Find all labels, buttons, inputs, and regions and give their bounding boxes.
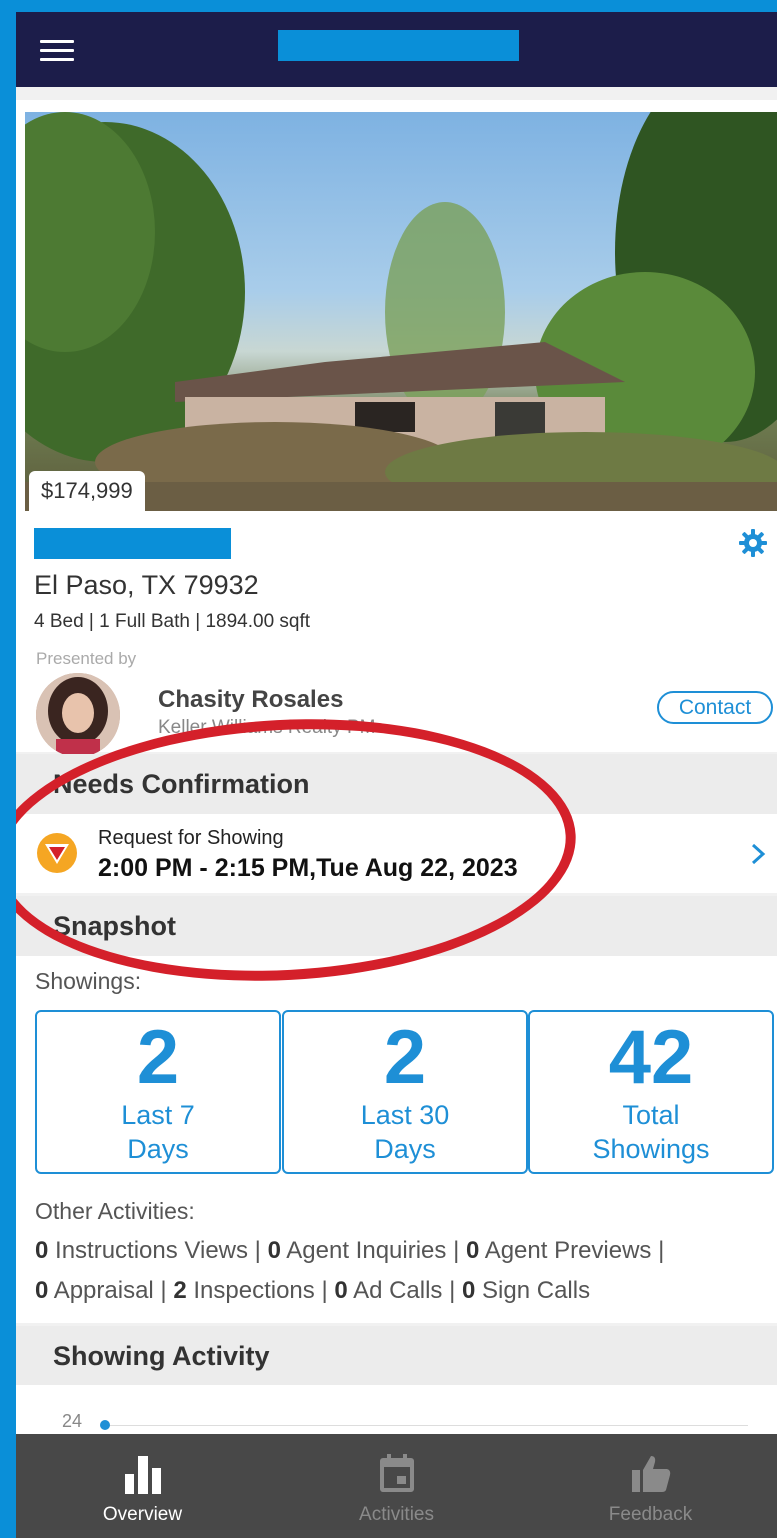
stat-last-7-days[interactable]: 2 Last 7 Days — [35, 1010, 281, 1174]
nav-label: Activities — [359, 1504, 434, 1525]
agent-avatar[interactable] — [36, 673, 120, 757]
stat-label-line1: Last 30 — [360, 1100, 450, 1130]
other-activities-line-2: 0 Appraisal | 2 Inspections | 0 Ad Calls… — [35, 1277, 591, 1304]
nav-activities[interactable]: Activities — [270, 1434, 523, 1538]
stat-value: 2 — [136, 1015, 180, 1100]
bottom-navigation: Overview Activities Feedback — [16, 1434, 777, 1538]
property-photo[interactable] — [25, 112, 777, 511]
menu-icon[interactable] — [40, 40, 74, 62]
stat-value: 2 — [383, 1015, 427, 1100]
stat-last-30-days[interactable]: 2 Last 30 Days — [282, 1010, 528, 1174]
agent-company: Keller Williams Realty PM — [158, 717, 376, 738]
showing-request-icon — [37, 833, 77, 873]
stat-label-line2: Showings — [592, 1134, 710, 1164]
showings-label: Showings: — [35, 968, 142, 994]
activity-count: 0 — [334, 1277, 348, 1304]
stat-value: 42 — [608, 1015, 694, 1100]
other-activities-label: Other Activities: — [35, 1198, 195, 1224]
stat-label-line2: Days — [374, 1134, 436, 1164]
activity-count: 0 — [35, 1277, 49, 1304]
thumbs-up-icon — [631, 1456, 670, 1492]
redacted-title — [278, 30, 519, 61]
activity-count: 0 — [267, 1237, 281, 1264]
agent-name: Chasity Rosales — [158, 686, 344, 713]
avatar-image — [36, 673, 120, 757]
activity-name: Sign Calls — [482, 1277, 591, 1304]
nav-label: Overview — [102, 1504, 183, 1525]
stat-label-line1: Last 7 — [121, 1100, 195, 1130]
other-activities-line-1: 0 Instructions Views | 0 Agent Inquiries… — [35, 1237, 665, 1264]
property-specs: 4 Bed | 1 Full Bath | 1894.00 sqft — [34, 611, 311, 632]
needs-confirmation-heading: Needs Confirmation — [16, 754, 777, 814]
presented-by-label: Presented by — [36, 649, 137, 668]
stat-label-line1: Total — [622, 1100, 680, 1130]
showing-activity-heading: Showing Activity — [16, 1326, 777, 1386]
snapshot-heading: Snapshot — [16, 896, 777, 956]
price-tag: $174,999 — [29, 471, 145, 511]
stat-total-showings[interactable]: 42 Total Showings — [528, 1010, 774, 1174]
chart-data-point[interactable] — [100, 1420, 110, 1430]
nav-label: Feedback — [608, 1504, 693, 1525]
showing-request-row[interactable]: Request for Showing 2:00 PM - 2:15 PM,Tu… — [16, 814, 777, 893]
y-tick-label: 24 — [62, 1411, 83, 1431]
app-screen: $174,999 El Paso, TX 79932 4 Bed | 1 Ful… — [16, 12, 777, 1538]
activity-name: Agent Previews — [484, 1237, 652, 1264]
activity-count: 0 — [462, 1277, 476, 1304]
calendar-icon — [379, 1454, 414, 1492]
house-photo-illustration — [25, 112, 777, 511]
property-card: $174,999 El Paso, TX 79932 4 Bed | 1 Ful… — [16, 100, 777, 757]
top-app-bar — [16, 12, 777, 87]
request-label: Request for Showing — [98, 827, 284, 849]
bar-chart-icon — [124, 1456, 161, 1494]
gear-icon[interactable] — [738, 528, 768, 558]
snapshot-panel: Showings: 2 Last 7 Days 2 Last 30 Days 4… — [16, 956, 777, 1323]
activity-count: 2 — [173, 1277, 187, 1304]
activity-name: Instructions Views — [55, 1237, 249, 1264]
chart-gridline — [104, 1425, 748, 1426]
request-time: 2:00 PM - 2:15 PM,Tue Aug 22, 2023 — [98, 854, 518, 882]
stat-label-line2: Days — [127, 1134, 189, 1164]
activity-count: 0 — [465, 1237, 480, 1264]
activity-name: Agent Inquiries — [286, 1237, 447, 1264]
activity-name: Inspections — [193, 1277, 315, 1304]
redacted-address — [34, 528, 231, 559]
activity-name: Ad Calls — [353, 1277, 443, 1304]
activity-name: Appraisal — [53, 1277, 154, 1304]
chevron-right-icon — [751, 843, 766, 865]
contact-button[interactable]: Contact — [657, 691, 773, 724]
nav-feedback[interactable]: Feedback — [524, 1434, 777, 1538]
activity-count: 0 — [35, 1237, 49, 1264]
nav-overview[interactable]: Overview — [16, 1434, 269, 1538]
city-line: El Paso, TX 79932 — [34, 570, 259, 600]
